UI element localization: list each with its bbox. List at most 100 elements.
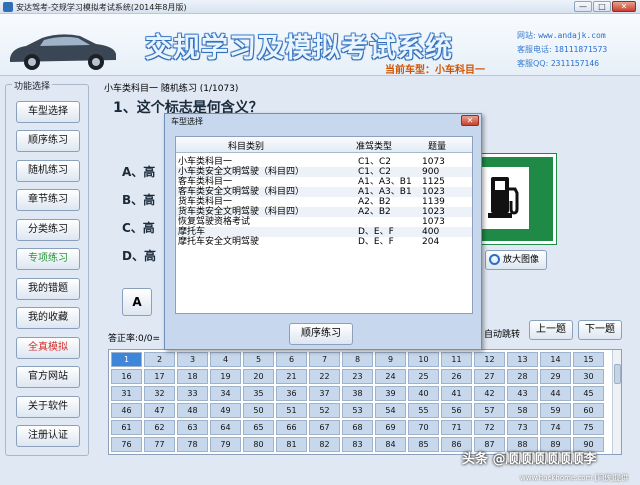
question-number-cell[interactable]: 28 <box>507 369 538 384</box>
subject-row[interactable]: 客车类安全文明驾驶（科目四） A1、A3、B1 1023 <box>176 187 472 197</box>
subject-row[interactable]: 客车类科目一 A1、A3、B1 1125 <box>176 177 472 187</box>
question-number-cell[interactable]: 79 <box>210 437 241 452</box>
question-number-cell[interactable]: 38 <box>342 386 373 401</box>
question-number-cell[interactable]: 18 <box>177 369 208 384</box>
official-site-button[interactable]: 官方网站 <box>16 366 80 388</box>
website-link[interactable]: www.andajk.com <box>538 31 605 40</box>
subject-row[interactable]: 货车类科目一 A2、B2 1139 <box>176 197 472 207</box>
question-number-cell[interactable]: 77 <box>144 437 175 452</box>
question-number-cell[interactable]: 84 <box>375 437 406 452</box>
question-number-cell[interactable]: 58 <box>507 403 538 418</box>
option-d[interactable]: D、高 <box>122 247 156 264</box>
question-number-cell[interactable]: 72 <box>474 420 505 435</box>
question-number-cell[interactable]: 32 <box>144 386 175 401</box>
dialog-close-button[interactable]: ✕ <box>461 115 479 126</box>
question-number-cell[interactable]: 24 <box>375 369 406 384</box>
random-practice-button[interactable]: 随机练习 <box>16 160 80 182</box>
question-number-cell[interactable]: 42 <box>474 386 505 401</box>
question-number-cell[interactable]: 10 <box>408 352 439 367</box>
question-number-cell[interactable]: 55 <box>408 403 439 418</box>
question-number-cell[interactable]: 65 <box>243 420 274 435</box>
question-number-cell[interactable]: 70 <box>408 420 439 435</box>
question-number-cell[interactable]: 57 <box>474 403 505 418</box>
question-number-cell[interactable]: 16 <box>111 369 142 384</box>
question-number-cell[interactable]: 4 <box>210 352 241 367</box>
register-button[interactable]: 注册认证 <box>16 425 80 447</box>
question-number-cell[interactable]: 9 <box>375 352 406 367</box>
question-number-cell[interactable]: 73 <box>507 420 538 435</box>
prev-question-button[interactable]: 上一题 <box>529 320 573 340</box>
question-number-cell[interactable]: 34 <box>210 386 241 401</box>
option-b[interactable]: B、高 <box>122 191 155 208</box>
question-number-cell[interactable]: 1 <box>111 352 142 367</box>
question-number-cell[interactable]: 40 <box>408 386 439 401</box>
question-number-cell[interactable]: 35 <box>243 386 274 401</box>
option-a[interactable]: A、高 <box>122 163 155 180</box>
question-number-cell[interactable]: 13 <box>507 352 538 367</box>
wrong-questions-button[interactable]: 我的错题 <box>16 278 80 300</box>
zoom-image-button[interactable]: 放大图像 <box>485 250 547 270</box>
question-number-cell[interactable]: 61 <box>111 420 142 435</box>
subject-row[interactable]: 小车类安全文明驾驶（科目四） C1、C2 900 <box>176 167 472 177</box>
sequential-practice-button[interactable]: 顺序练习 <box>16 130 80 152</box>
question-number-cell[interactable]: 83 <box>342 437 373 452</box>
question-number-cell[interactable]: 80 <box>243 437 274 452</box>
question-number-cell[interactable]: 33 <box>177 386 208 401</box>
question-number-cell[interactable]: 82 <box>309 437 340 452</box>
question-number-cell[interactable]: 39 <box>375 386 406 401</box>
favorites-button[interactable]: 我的收藏 <box>16 307 80 329</box>
question-number-cell[interactable]: 25 <box>408 369 439 384</box>
question-number-cell[interactable]: 68 <box>342 420 373 435</box>
minimize-button[interactable]: — <box>574 1 592 12</box>
question-number-cell[interactable]: 75 <box>573 420 604 435</box>
question-number-cell[interactable]: 53 <box>342 403 373 418</box>
question-number-cell[interactable]: 27 <box>474 369 505 384</box>
question-number-cell[interactable]: 69 <box>375 420 406 435</box>
question-number-cell[interactable]: 23 <box>342 369 373 384</box>
sequential-practice-dialog-button[interactable]: 顺序练习 <box>289 323 353 345</box>
question-number-cell[interactable]: 52 <box>309 403 340 418</box>
question-number-cell[interactable]: 46 <box>111 403 142 418</box>
question-number-cell[interactable]: 48 <box>177 403 208 418</box>
question-number-cell[interactable]: 37 <box>309 386 340 401</box>
question-number-cell[interactable]: 50 <box>243 403 274 418</box>
question-number-cell[interactable]: 11 <box>441 352 472 367</box>
about-button[interactable]: 关于软件 <box>16 396 80 418</box>
question-number-cell[interactable]: 44 <box>540 386 571 401</box>
question-number-cell[interactable]: 60 <box>573 403 604 418</box>
question-number-cell[interactable]: 62 <box>144 420 175 435</box>
subject-row[interactable]: 货车类安全文明驾驶（科目四） A2、B2 1023 <box>176 207 472 217</box>
question-number-cell[interactable]: 74 <box>540 420 571 435</box>
question-number-cell[interactable]: 15 <box>573 352 604 367</box>
next-question-button[interactable]: 下一题 <box>578 320 622 340</box>
question-number-cell[interactable]: 19 <box>210 369 241 384</box>
question-number-cell[interactable]: 12 <box>474 352 505 367</box>
question-number-cell[interactable]: 2 <box>144 352 175 367</box>
question-number-cell[interactable]: 7 <box>309 352 340 367</box>
question-number-cell[interactable]: 66 <box>276 420 307 435</box>
question-number-cell[interactable]: 31 <box>111 386 142 401</box>
subject-row[interactable]: 小车类科目一 C1、C2 1073 <box>176 157 472 167</box>
question-number-cell[interactable]: 67 <box>309 420 340 435</box>
question-number-cell[interactable]: 36 <box>276 386 307 401</box>
question-number-cell[interactable]: 81 <box>276 437 307 452</box>
question-number-cell[interactable]: 51 <box>276 403 307 418</box>
question-number-cell[interactable]: 17 <box>144 369 175 384</box>
close-button[interactable]: ✕ <box>612 1 636 12</box>
subject-row[interactable]: 恢复驾驶资格考试 1073 <box>176 217 472 227</box>
mock-exam-button[interactable]: 全真模拟 <box>16 337 80 359</box>
special-practice-button[interactable]: 专项练习 <box>16 248 80 270</box>
question-number-cell[interactable]: 20 <box>243 369 274 384</box>
question-number-cell[interactable]: 41 <box>441 386 472 401</box>
answer-a-button[interactable]: A <box>122 288 152 316</box>
question-number-cell[interactable]: 5 <box>243 352 274 367</box>
question-number-cell[interactable]: 21 <box>276 369 307 384</box>
option-c[interactable]: C、高 <box>122 219 155 236</box>
question-number-cell[interactable]: 64 <box>210 420 241 435</box>
scrollbar-thumb[interactable] <box>614 364 621 384</box>
chapter-practice-button[interactable]: 章节练习 <box>16 189 80 211</box>
question-number-cell[interactable]: 63 <box>177 420 208 435</box>
question-number-cell[interactable]: 78 <box>177 437 208 452</box>
question-number-cell[interactable]: 29 <box>540 369 571 384</box>
question-number-cell[interactable]: 3 <box>177 352 208 367</box>
